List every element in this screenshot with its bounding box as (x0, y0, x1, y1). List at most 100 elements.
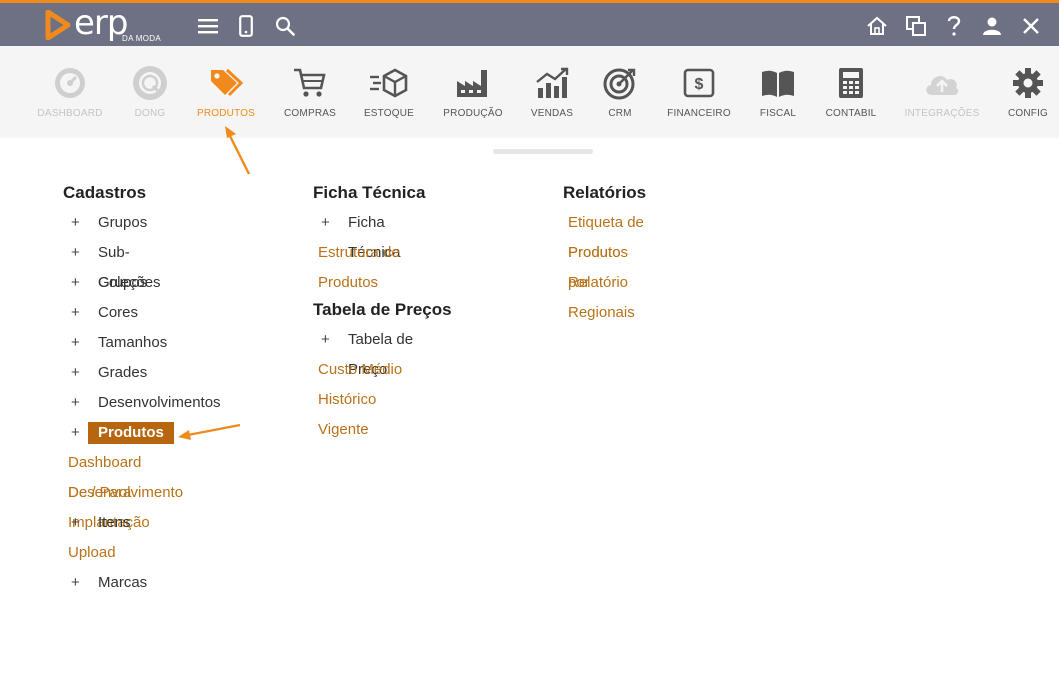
erp-logo[interactable]: erp DA MODA (44, 3, 174, 47)
menu-item-tabela-de-preco[interactable]: + Tabela de Preço (313, 325, 452, 378)
tabela-de-precos-section: Tabela de Preços + Tabela de Preço Custo … (313, 297, 452, 445)
menu-item-label[interactable]: Produtos (88, 422, 174, 444)
menu-item-sub-grupos[interactable]: + Sub-Grupos (63, 238, 147, 291)
module-integracoes[interactable]: INTEGRAÇÕES (897, 66, 987, 119)
plus-icon[interactable]: + (71, 358, 80, 388)
menu-item-dashboard-desenvolvimento[interactable]: Dashboard Desenvolvimento (63, 448, 183, 501)
menu-item-label[interactable]: Vigente (318, 415, 369, 445)
module-config[interactable]: CONFIG (983, 66, 1059, 119)
plus-icon[interactable]: + (71, 568, 80, 598)
plus-icon[interactable]: + (71, 328, 80, 358)
menu-item-custo-medio[interactable]: Custo Médio (313, 355, 452, 385)
tags-icon (181, 66, 271, 100)
module-label: CRM (608, 108, 632, 119)
menu-item-label[interactable]: Desenvolvimentos (98, 388, 221, 418)
menu-item-produtos-por-regionais[interactable]: Produtos por Regionais (563, 238, 646, 321)
menu-item-vigente[interactable]: Vigente (313, 415, 452, 445)
gear-icon (983, 66, 1059, 100)
module-producao[interactable]: PRODUÇÃO (428, 66, 518, 119)
cloud-upload-icon (897, 66, 987, 100)
module-compras[interactable]: COMPRAS (265, 66, 355, 119)
scroll-indicator[interactable] (493, 149, 593, 154)
ficha-tecnica-section: Ficha Técnica + Ficha Técnica Estrutura d… (313, 180, 426, 291)
plus-icon[interactable]: + (71, 388, 80, 418)
module-label: PRODUÇÃO (443, 108, 503, 119)
plus-icon[interactable]: + (71, 418, 80, 448)
cart-icon (265, 66, 355, 100)
module-label: CONTABIL (825, 108, 877, 119)
top-bar: erp DA MODA (0, 0, 1059, 46)
windows-icon[interactable] (903, 13, 929, 39)
module-ribbon: DASHBOARD DONG PRODUTOS COMPRAS ESTOQUE … (0, 46, 1059, 138)
menu-item-label[interactable]: Grades (98, 358, 147, 388)
module-label: DASHBOARD (37, 108, 103, 119)
section-title: Tabela de Preços (313, 300, 452, 319)
module-financeiro[interactable]: $ FINANCEIRO (654, 66, 744, 119)
money-icon: $ (654, 66, 744, 100)
close-icon[interactable] (1018, 13, 1044, 39)
plus-icon[interactable]: + (71, 508, 80, 538)
section-title: Ficha Técnica (313, 183, 426, 202)
menu-item-label[interactable]: Upload (68, 538, 116, 568)
menu-item-etiqueta-de-produto[interactable]: Etiqueta de Produto (563, 208, 646, 261)
menu-item-grades[interactable]: + Grades (63, 358, 147, 388)
menu-item-de-para-implantacao[interactable]: De / Para Implantação (63, 478, 150, 531)
logo-subtitle: DA MODA (122, 34, 161, 43)
module-label: COMPRAS (284, 108, 336, 119)
menu-item-tamanhos[interactable]: + Tamanhos (63, 328, 167, 358)
mobile-icon[interactable] (233, 13, 259, 39)
module-contabil[interactable]: CONTABIL (806, 66, 896, 119)
cadastros-section: Cadastros + Grupos + Sub-Grupos + Coleções … (63, 180, 221, 598)
menu-item-label[interactable]: Histórico (318, 385, 376, 415)
menu-item-colecoes[interactable]: + Coleções (63, 268, 161, 298)
menu-item-historico[interactable]: Histórico (313, 385, 452, 415)
plus-icon[interactable]: + (71, 268, 80, 298)
plus-icon[interactable]: + (321, 325, 330, 355)
menu-item-label[interactable]: Estrutura de Produtos (318, 238, 425, 298)
menu-item-label[interactable]: Relatório (568, 268, 628, 298)
menu-item-label[interactable]: Grupos (98, 208, 147, 238)
menu-item-label[interactable]: Custo Médio (318, 355, 402, 385)
section-title: Relatórios (563, 183, 647, 202)
svg-text:$: $ (695, 76, 704, 93)
menu-item-relatorio[interactable]: Relatório (563, 268, 646, 298)
module-crm[interactable]: CRM (575, 66, 665, 119)
logo-text: erp (74, 3, 128, 43)
module-produtos[interactable]: PRODUTOS (181, 66, 271, 119)
box-icon (344, 66, 434, 100)
help-icon[interactable] (941, 13, 967, 39)
menu-item-label[interactable]: Itens (98, 508, 131, 538)
menu-item-desenvolvimentos[interactable]: + Desenvolvimentos (63, 388, 221, 418)
menu-item-upload[interactable]: Upload (63, 538, 146, 568)
menu-item-cores[interactable]: + Cores (63, 298, 146, 328)
user-icon[interactable] (979, 13, 1005, 39)
menu-item-label[interactable]: Marcas (98, 568, 147, 598)
menu-item-marcas[interactable]: + Marcas (63, 568, 147, 598)
plus-icon[interactable]: + (71, 298, 80, 328)
menu-item-label[interactable]: Coleções (98, 268, 161, 298)
module-label: ESTOQUE (363, 108, 415, 119)
menu-item-ficha-tecnica[interactable]: + Ficha Técnica (313, 208, 425, 261)
home-icon[interactable] (864, 13, 890, 39)
menu-item-produtos[interactable]: + Produtos (63, 418, 174, 448)
logo-play-icon (45, 10, 71, 40)
menu-item-estrutura-de-produtos[interactable]: Estrutura de Produtos (313, 238, 425, 291)
section-title: Cadastros (63, 183, 147, 202)
plus-icon[interactable]: + (71, 238, 80, 268)
plus-icon[interactable]: + (321, 208, 330, 238)
menu-icon[interactable] (195, 13, 221, 39)
module-label: INTEGRAÇÕES (904, 108, 980, 119)
menu-item-grupos[interactable]: + Grupos (63, 208, 147, 238)
annotation-arrow-left (178, 423, 241, 440)
menu-item-label[interactable]: Tamanhos (98, 328, 167, 358)
relatorios-section: Relatórios Etiqueta de Produto Produtos … (563, 180, 647, 321)
factory-icon (428, 66, 518, 100)
module-label: PRODUTOS (196, 108, 256, 119)
search-icon[interactable] (272, 13, 298, 39)
module-estoque[interactable]: ESTOQUE (344, 66, 434, 119)
menu-item-label[interactable]: Cores (98, 298, 138, 328)
module-dashboard[interactable]: DASHBOARD (25, 66, 115, 119)
plus-icon[interactable]: + (71, 208, 80, 238)
menu-item-itens[interactable]: + Itens (63, 508, 146, 538)
module-label: CONFIG (1007, 108, 1049, 119)
